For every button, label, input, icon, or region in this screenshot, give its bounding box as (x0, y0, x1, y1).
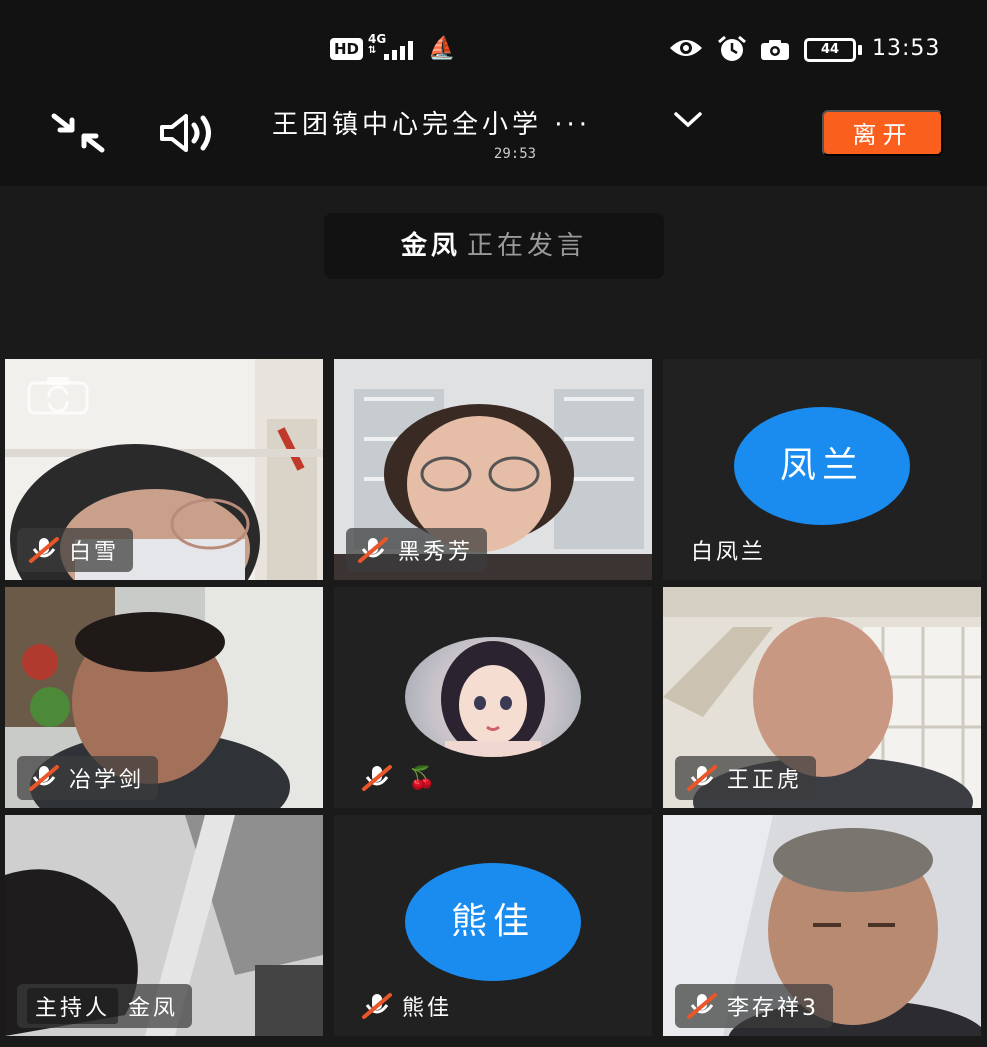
speaking-status: 正在发言 (467, 231, 588, 261)
meeting-title[interactable]: 王团镇中心完全小学 ··· (272, 104, 591, 141)
mic-muted-icon (362, 993, 392, 1019)
participant-tile[interactable]: 🍒 (334, 587, 652, 808)
participant-tile[interactable]: 凤兰 白凤兰 (663, 359, 981, 580)
meeting-duration: 29:53 (493, 146, 537, 162)
participant-name: 白雪 (69, 540, 120, 565)
status-time: 13:53 (872, 36, 941, 61)
participant-tile[interactable]: 李存祥3 (663, 815, 981, 1036)
participant-tile[interactable]: 王正虎 (663, 587, 981, 808)
meeting-header: 王团镇中心完全小学 ··· 29:53 离开 (0, 90, 987, 186)
battery-icon: 44 (804, 38, 862, 62)
hd-badge: HD (330, 38, 364, 60)
participant-tile[interactable]: 冶学剑 (5, 587, 323, 808)
speaker-icon[interactable] (158, 112, 218, 154)
participant-label: 主持人 金凤 (17, 984, 193, 1028)
mic-muted-icon (362, 765, 392, 791)
mic-muted-icon (358, 537, 388, 563)
participant-label: 李存祥3 (675, 984, 833, 1028)
participant-name: 王正虎 (727, 768, 803, 793)
participant-label: 熊佳 (350, 984, 466, 1028)
mic-muted-icon (687, 765, 717, 791)
participant-name: 白凤兰 (691, 540, 767, 565)
cartoon-girl-avatar (441, 641, 545, 757)
mic-muted-icon (29, 765, 59, 791)
participant-name: 金凤 (128, 996, 179, 1021)
participant-label: 王正虎 (675, 756, 817, 800)
participant-name: 黑秀芳 (398, 540, 474, 565)
avatar: 凤兰 (734, 407, 910, 525)
participant-label: 白雪 (17, 528, 134, 572)
participant-tile[interactable]: 熊佳 熊佳 (334, 815, 652, 1036)
minimize-icon[interactable] (50, 112, 106, 154)
chevron-down-icon[interactable] (672, 108, 704, 130)
participant-tile-active[interactable]: 主持人 金凤 (5, 815, 323, 1036)
mic-muted-icon (687, 993, 717, 1019)
participant-label: 冶学剑 (17, 756, 159, 800)
participant-name: 李存祥3 (727, 996, 819, 1021)
participant-name: 🍒 (408, 765, 439, 791)
boat-icon: ⛵ (428, 36, 456, 61)
status-bar: HD 4G ⇅ ⛵ 44 13:53 (0, 0, 987, 90)
participant-label: 白凤兰 (677, 528, 780, 572)
participant-tile[interactable]: 黑秀芳 (334, 359, 652, 580)
avatar: 熊佳 (405, 863, 581, 981)
camera-icon (761, 40, 789, 60)
participant-tile[interactable]: 白雪 (5, 359, 323, 580)
host-badge: 主持人 (27, 988, 119, 1024)
mic-muted-icon (29, 537, 59, 563)
signal-icon (384, 40, 418, 60)
alarm-icon (718, 35, 746, 61)
avatar (405, 637, 581, 757)
participant-label: 黑秀芳 (346, 528, 488, 572)
speaking-indicator: 金凤 正在发言 (324, 213, 664, 279)
participant-label: 🍒 (350, 756, 452, 800)
speaker-name: 金凤 (400, 231, 461, 261)
participant-name: 熊佳 (402, 996, 453, 1021)
camera-switch-icon[interactable] (27, 375, 89, 415)
participant-name: 冶学剑 (69, 768, 145, 793)
eye-icon (670, 40, 702, 56)
leave-button[interactable]: 离开 (822, 110, 943, 156)
